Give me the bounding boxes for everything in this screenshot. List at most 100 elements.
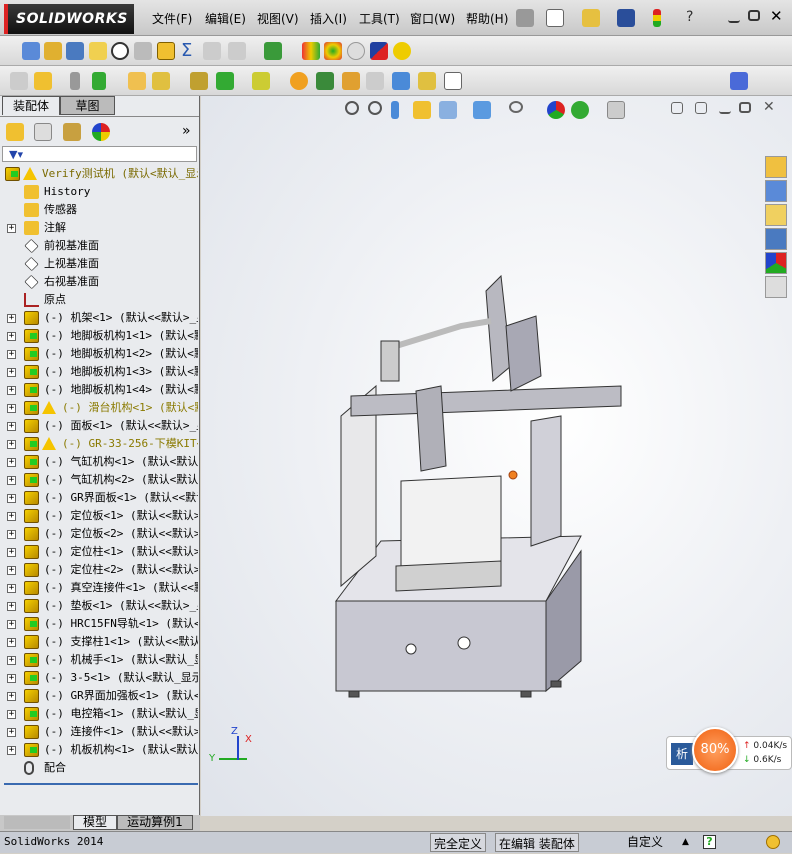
- expand-icon[interactable]: +: [7, 350, 16, 359]
- tree-item-component[interactable]: + (-) 垫板<1> (默认<<默认>_显示状态 1>): [0, 597, 198, 615]
- sketch-icon[interactable]: [730, 72, 748, 90]
- tree-item-component[interactable]: + (-) 定位柱<2> (默认<<默认>_显示状态 1>): [0, 561, 198, 579]
- snapshot-icon[interactable]: [444, 72, 462, 90]
- appearance-icon[interactable]: [393, 42, 411, 60]
- tree-item-component[interactable]: + (-) 支撑柱1<1> (默认<<默认>_显示状态 1>): [0, 633, 198, 651]
- help-icon[interactable]: ?: [686, 9, 704, 27]
- expand-icon[interactable]: +: [7, 548, 16, 557]
- expand-icon[interactable]: +: [7, 458, 16, 467]
- tree-item-component[interactable]: + (-) 地脚板机构1<2> (默认<默认_显示状态-1>): [0, 345, 198, 363]
- task-home-icon[interactable]: [765, 156, 787, 178]
- clearance-icon[interactable]: [228, 42, 246, 60]
- expand-icon[interactable]: +: [7, 692, 16, 701]
- spell-check-icon[interactable]: [22, 42, 40, 60]
- expand-icon[interactable]: +: [7, 674, 16, 683]
- open-icon[interactable]: [582, 9, 600, 27]
- speed-ball[interactable]: 80%: [692, 727, 738, 773]
- insert-component-icon[interactable]: [10, 72, 28, 90]
- task-custom-properties-icon[interactable]: [765, 276, 787, 298]
- expand-icon[interactable]: +: [7, 440, 16, 449]
- menu-tools[interactable]: 工具(T): [359, 10, 400, 27]
- expand-icon[interactable]: +: [7, 404, 16, 413]
- tree-item-annotations[interactable]: + 注解: [0, 219, 198, 237]
- assembly-features-icon[interactable]: [216, 72, 234, 90]
- expand-icon[interactable]: +: [7, 332, 16, 341]
- task-appearances-icon[interactable]: [765, 252, 787, 274]
- section-properties-icon[interactable]: [89, 42, 107, 60]
- rebuild-icon[interactable]: [653, 9, 661, 27]
- verify-icon[interactable]: [347, 42, 365, 60]
- expand-icon[interactable]: +: [7, 368, 16, 377]
- tree-item-component[interactable]: + (-) 地脚板机构1<3> (默认<默认_显示状态-1>): [0, 363, 198, 381]
- instant3d-icon[interactable]: [392, 72, 410, 90]
- tree-item-component[interactable]: + (-) 面板<1> (默认<<默认>_显示状态 1>): [0, 417, 198, 435]
- expand-icon[interactable]: +: [7, 620, 16, 629]
- expand-icon[interactable]: +: [7, 746, 16, 755]
- expand-icon[interactable]: +: [7, 224, 16, 233]
- configuration-manager-icon[interactable]: [63, 123, 81, 141]
- show-hidden-icon[interactable]: [190, 72, 208, 90]
- tree-item-component[interactable]: + (-) 机板机构<1> (默认<默认_显示状态-1>): [0, 741, 198, 759]
- pin-icon[interactable]: [516, 9, 534, 27]
- display-manager-icon[interactable]: [92, 123, 110, 141]
- expand-icon[interactable]: +: [7, 602, 16, 611]
- expand-icon[interactable]: +: [7, 476, 16, 485]
- restore-icon[interactable]: [748, 10, 760, 21]
- tree-item-component[interactable]: + (-) 电控箱<1> (默认<默认_显示状态-1>): [0, 705, 198, 723]
- expand-icon[interactable]: +: [7, 512, 16, 521]
- task-design-library-icon[interactable]: [765, 180, 787, 202]
- feature-manager-icon[interactable]: [6, 123, 24, 141]
- new-document-icon[interactable]: [546, 9, 564, 27]
- tree-item-component[interactable]: + (-) 机架<1> (默认<<默认>_显示状态 1>): [0, 309, 198, 327]
- motion-study-icon[interactable]: [290, 72, 308, 90]
- expand-panel-icon[interactable]: »: [182, 123, 191, 139]
- exploded-view-icon[interactable]: [342, 72, 360, 90]
- property-manager-icon[interactable]: [34, 123, 52, 141]
- tag-icon[interactable]: [766, 835, 780, 849]
- expand-icon[interactable]: +: [7, 710, 16, 719]
- task-file-explorer-icon[interactable]: [765, 204, 787, 226]
- tree-item-component[interactable]: + (-) 机械手<1> (默认<默认_显示状态-1>): [0, 651, 198, 669]
- assembly-model[interactable]: [201, 96, 792, 816]
- zebra-icon[interactable]: [324, 42, 342, 60]
- graphics-area[interactable]: ✕ Z Y X 析 ↑ 0.04K/s ↓ 0.6K/s 80%: [201, 96, 792, 816]
- filter-input[interactable]: ▼▾: [2, 146, 197, 162]
- expand-icon[interactable]: +: [7, 728, 16, 737]
- expand-icon[interactable]: +: [7, 422, 16, 431]
- tree-item-sensors[interactable]: 传感器: [0, 201, 198, 219]
- mate-icon[interactable]: [70, 72, 80, 90]
- tab-model[interactable]: 模型: [73, 815, 117, 830]
- close-icon[interactable]: ✕: [770, 7, 788, 25]
- tree-item-component[interactable]: + (-) 3-5<1> (默认<默认_显示状态-1>): [0, 669, 198, 687]
- color-icon[interactable]: [370, 42, 388, 60]
- tree-item-component[interactable]: + (-) 定位板<2> (默认<<默认>_显示状态 1>): [0, 525, 198, 543]
- tree-item-component[interactable]: + (-) 定位柱<1> (默认<<默认>_显示状态 1>): [0, 543, 198, 561]
- task-view-palette-icon[interactable]: [765, 228, 787, 250]
- check-icon[interactable]: [157, 42, 175, 60]
- units-selector[interactable]: 自定义: [627, 832, 663, 852]
- tree-item-top-plane[interactable]: 上视基准面: [0, 255, 198, 273]
- expand-icon[interactable]: +: [7, 638, 16, 647]
- menu-file[interactable]: 文件(F): [152, 10, 192, 27]
- measure-icon[interactable]: [44, 42, 62, 60]
- draft-analysis-icon[interactable]: [302, 42, 320, 60]
- performance-icon[interactable]: [111, 42, 129, 60]
- tree-item-component[interactable]: + (-) 地脚板机构1<4> (默认<默认_显示状态-1>): [0, 381, 198, 399]
- tree-item-component[interactable]: + (-) GR-33-256-下模KIT<1> (默认): [0, 435, 198, 453]
- tree-item-front-plane[interactable]: 前视基准面: [0, 237, 198, 255]
- tree-item-origin[interactable]: 原点: [0, 291, 198, 309]
- tree-root[interactable]: Verify测试机 (默认<默认_显示状态-1>): [0, 165, 198, 183]
- expand-icon[interactable]: +: [7, 386, 16, 395]
- menu-insert[interactable]: 插入(I): [310, 10, 347, 27]
- interference-icon[interactable]: [203, 42, 221, 60]
- expand-icon[interactable]: +: [7, 656, 16, 665]
- tree-item-component[interactable]: + (-) 定位板<1> (默认<<默认>_显示状态 1>): [0, 507, 198, 525]
- save-icon[interactable]: [617, 9, 635, 27]
- tree-item-history[interactable]: History: [0, 183, 198, 201]
- tree-item-right-plane[interactable]: 右视基准面: [0, 273, 198, 291]
- menu-view[interactable]: 视图(V): [257, 10, 299, 27]
- tree-item-component[interactable]: + (-) 滑台机构<1> (默认<默认_显示状态-1>): [0, 399, 198, 417]
- smart-fasteners-icon[interactable]: [128, 72, 146, 90]
- expand-icon[interactable]: +: [7, 530, 16, 539]
- expand-icon[interactable]: +: [7, 314, 16, 323]
